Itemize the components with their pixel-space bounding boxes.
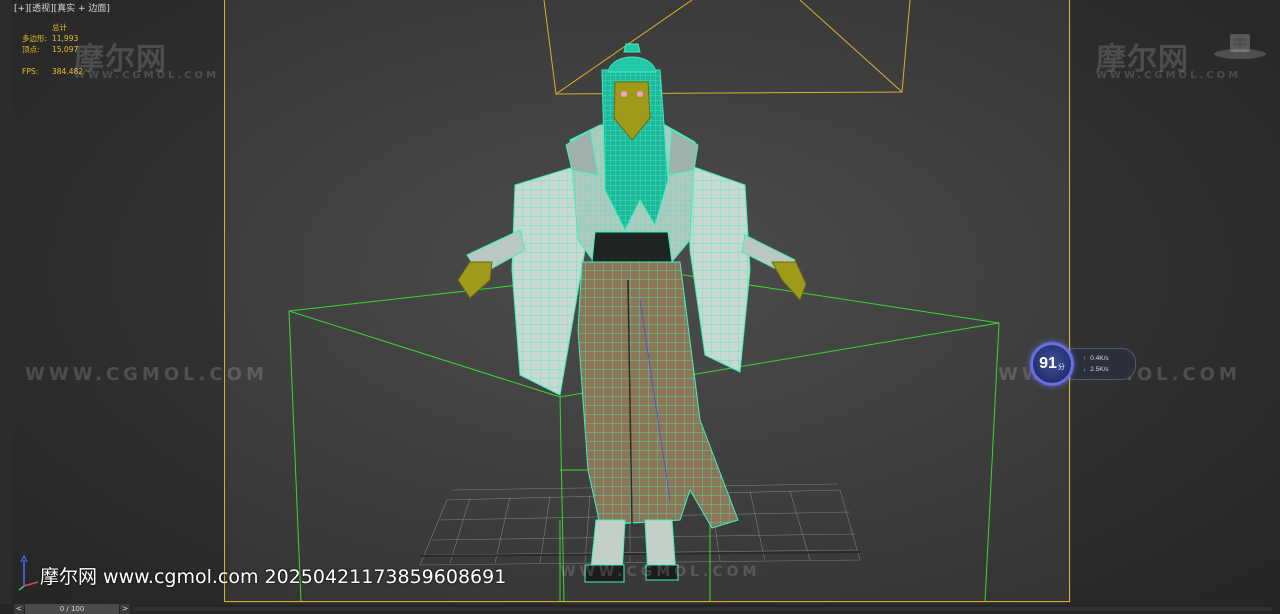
cgmol-logo-icon [1214, 34, 1266, 59]
upload-speed: 0.4K/s [1090, 355, 1109, 362]
network-score-badge[interactable]: 91 分 [1030, 342, 1074, 386]
timeline-next-button[interactable]: > [120, 604, 130, 614]
viewport-label-menu[interactable]: [+][透视][真实 + 边面] [14, 1, 110, 14]
network-speed-panel: ↑ 0.4K/s ↓ 2.5K/s [1070, 348, 1136, 380]
upload-row: ↑ 0.4K/s [1083, 355, 1109, 362]
image-caption: 摩尔网 www.cgmol.com 20250421173859608691 [40, 566, 507, 588]
stats-verts-label: 顶点: [22, 45, 40, 54]
network-score-unit: 分 [1057, 363, 1065, 371]
stats-fps-label: FPS: [22, 67, 39, 76]
timeline-prev-button[interactable]: < [14, 604, 24, 614]
stats-polys-value: 11,993 [52, 34, 79, 43]
upload-arrow-icon: ↑ [1083, 355, 1087, 362]
timeline-bar[interactable]: < 0 / 100 > [0, 604, 1280, 614]
network-speed-widget[interactable]: ↑ 0.4K/s ↓ 2.5K/s 91 分 [1030, 342, 1136, 386]
statistics-overlay: 总计 多边形: 11,993 顶点: 15,097 FPS: 384.482 [22, 22, 83, 77]
download-speed: 2.5K/s [1090, 366, 1109, 373]
stats-header: 总计 [52, 23, 67, 32]
viewport-perspective[interactable]: [+][透视][真实 + 边面] 总计 多边形: 11,993 顶点: 15,0… [0, 0, 1280, 604]
timeline-slider[interactable]: 0 / 100 [25, 604, 119, 614]
safe-frame [224, 0, 1070, 602]
download-arrow-icon: ↓ [1083, 366, 1087, 373]
network-score: 91 [1039, 355, 1057, 372]
stats-polys-label: 多边形: [22, 34, 48, 43]
stats-verts-value: 15,097 [52, 45, 79, 54]
download-row: ↓ 2.5K/s [1083, 366, 1109, 373]
stats-fps-value: 384.482 [52, 67, 84, 76]
timeline-track[interactable] [132, 607, 1272, 611]
